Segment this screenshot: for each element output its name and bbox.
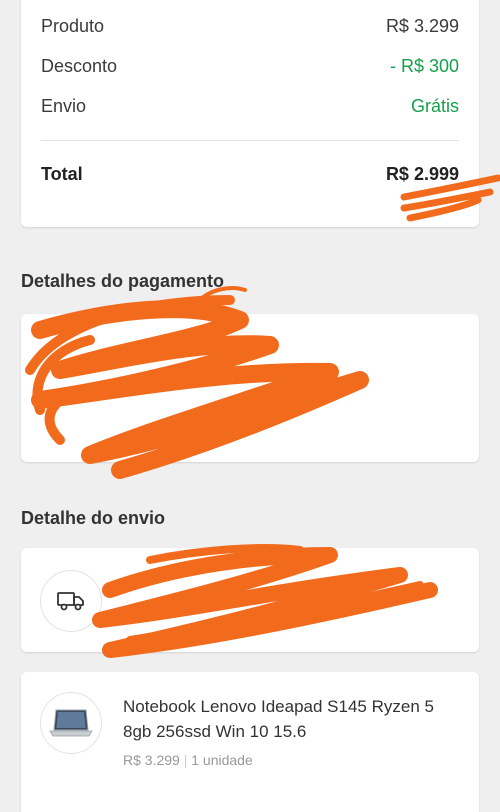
price-separator: | [183, 752, 188, 768]
discount-value: - R$ 300 [389, 56, 459, 76]
truck-icon [40, 570, 102, 632]
laptop-image [49, 709, 93, 737]
order-summary-card: Produto R$ 3.299 Desconto - R$ 300 Envio… [21, 0, 479, 227]
total-value: R$ 2.999 [385, 164, 459, 184]
product-price: R$ 3.299 [123, 752, 180, 768]
summary-row-discount: Desconto - R$ 300 [41, 56, 459, 77]
product-quantity: 1 unidade [191, 752, 253, 768]
total-label: Total [41, 164, 83, 184]
summary-row-product: Produto R$ 3.299 [41, 16, 459, 37]
product-name[interactable]: Notebook Lenovo Ideapad S145 Ryzen 5 8gb… [123, 694, 453, 744]
summary-row-total: Total R$ 2.999 [41, 164, 459, 185]
product-card[interactable]: Notebook Lenovo Ideapad S145 Ryzen 5 8gb… [21, 672, 479, 812]
product-value: R$ 3.299 [385, 16, 459, 36]
discount-label: Desconto [41, 56, 118, 76]
payment-details-card[interactable] [21, 314, 479, 462]
product-label: Produto [41, 16, 105, 36]
shipping-details-card[interactable] [21, 548, 479, 652]
payment-section-title: Detalhes do pagamento [21, 271, 225, 291]
summary-divider [41, 140, 459, 141]
shipping-section-title: Detalhe do envio [21, 508, 166, 528]
shipping-label: Envio [41, 96, 87, 116]
product-thumbnail [40, 692, 102, 754]
summary-row-shipping: Envio Grátis [41, 96, 459, 117]
shipping-value: Grátis [410, 96, 459, 116]
product-price-quantity: R$ 3.299 | 1 unidade [123, 752, 253, 768]
